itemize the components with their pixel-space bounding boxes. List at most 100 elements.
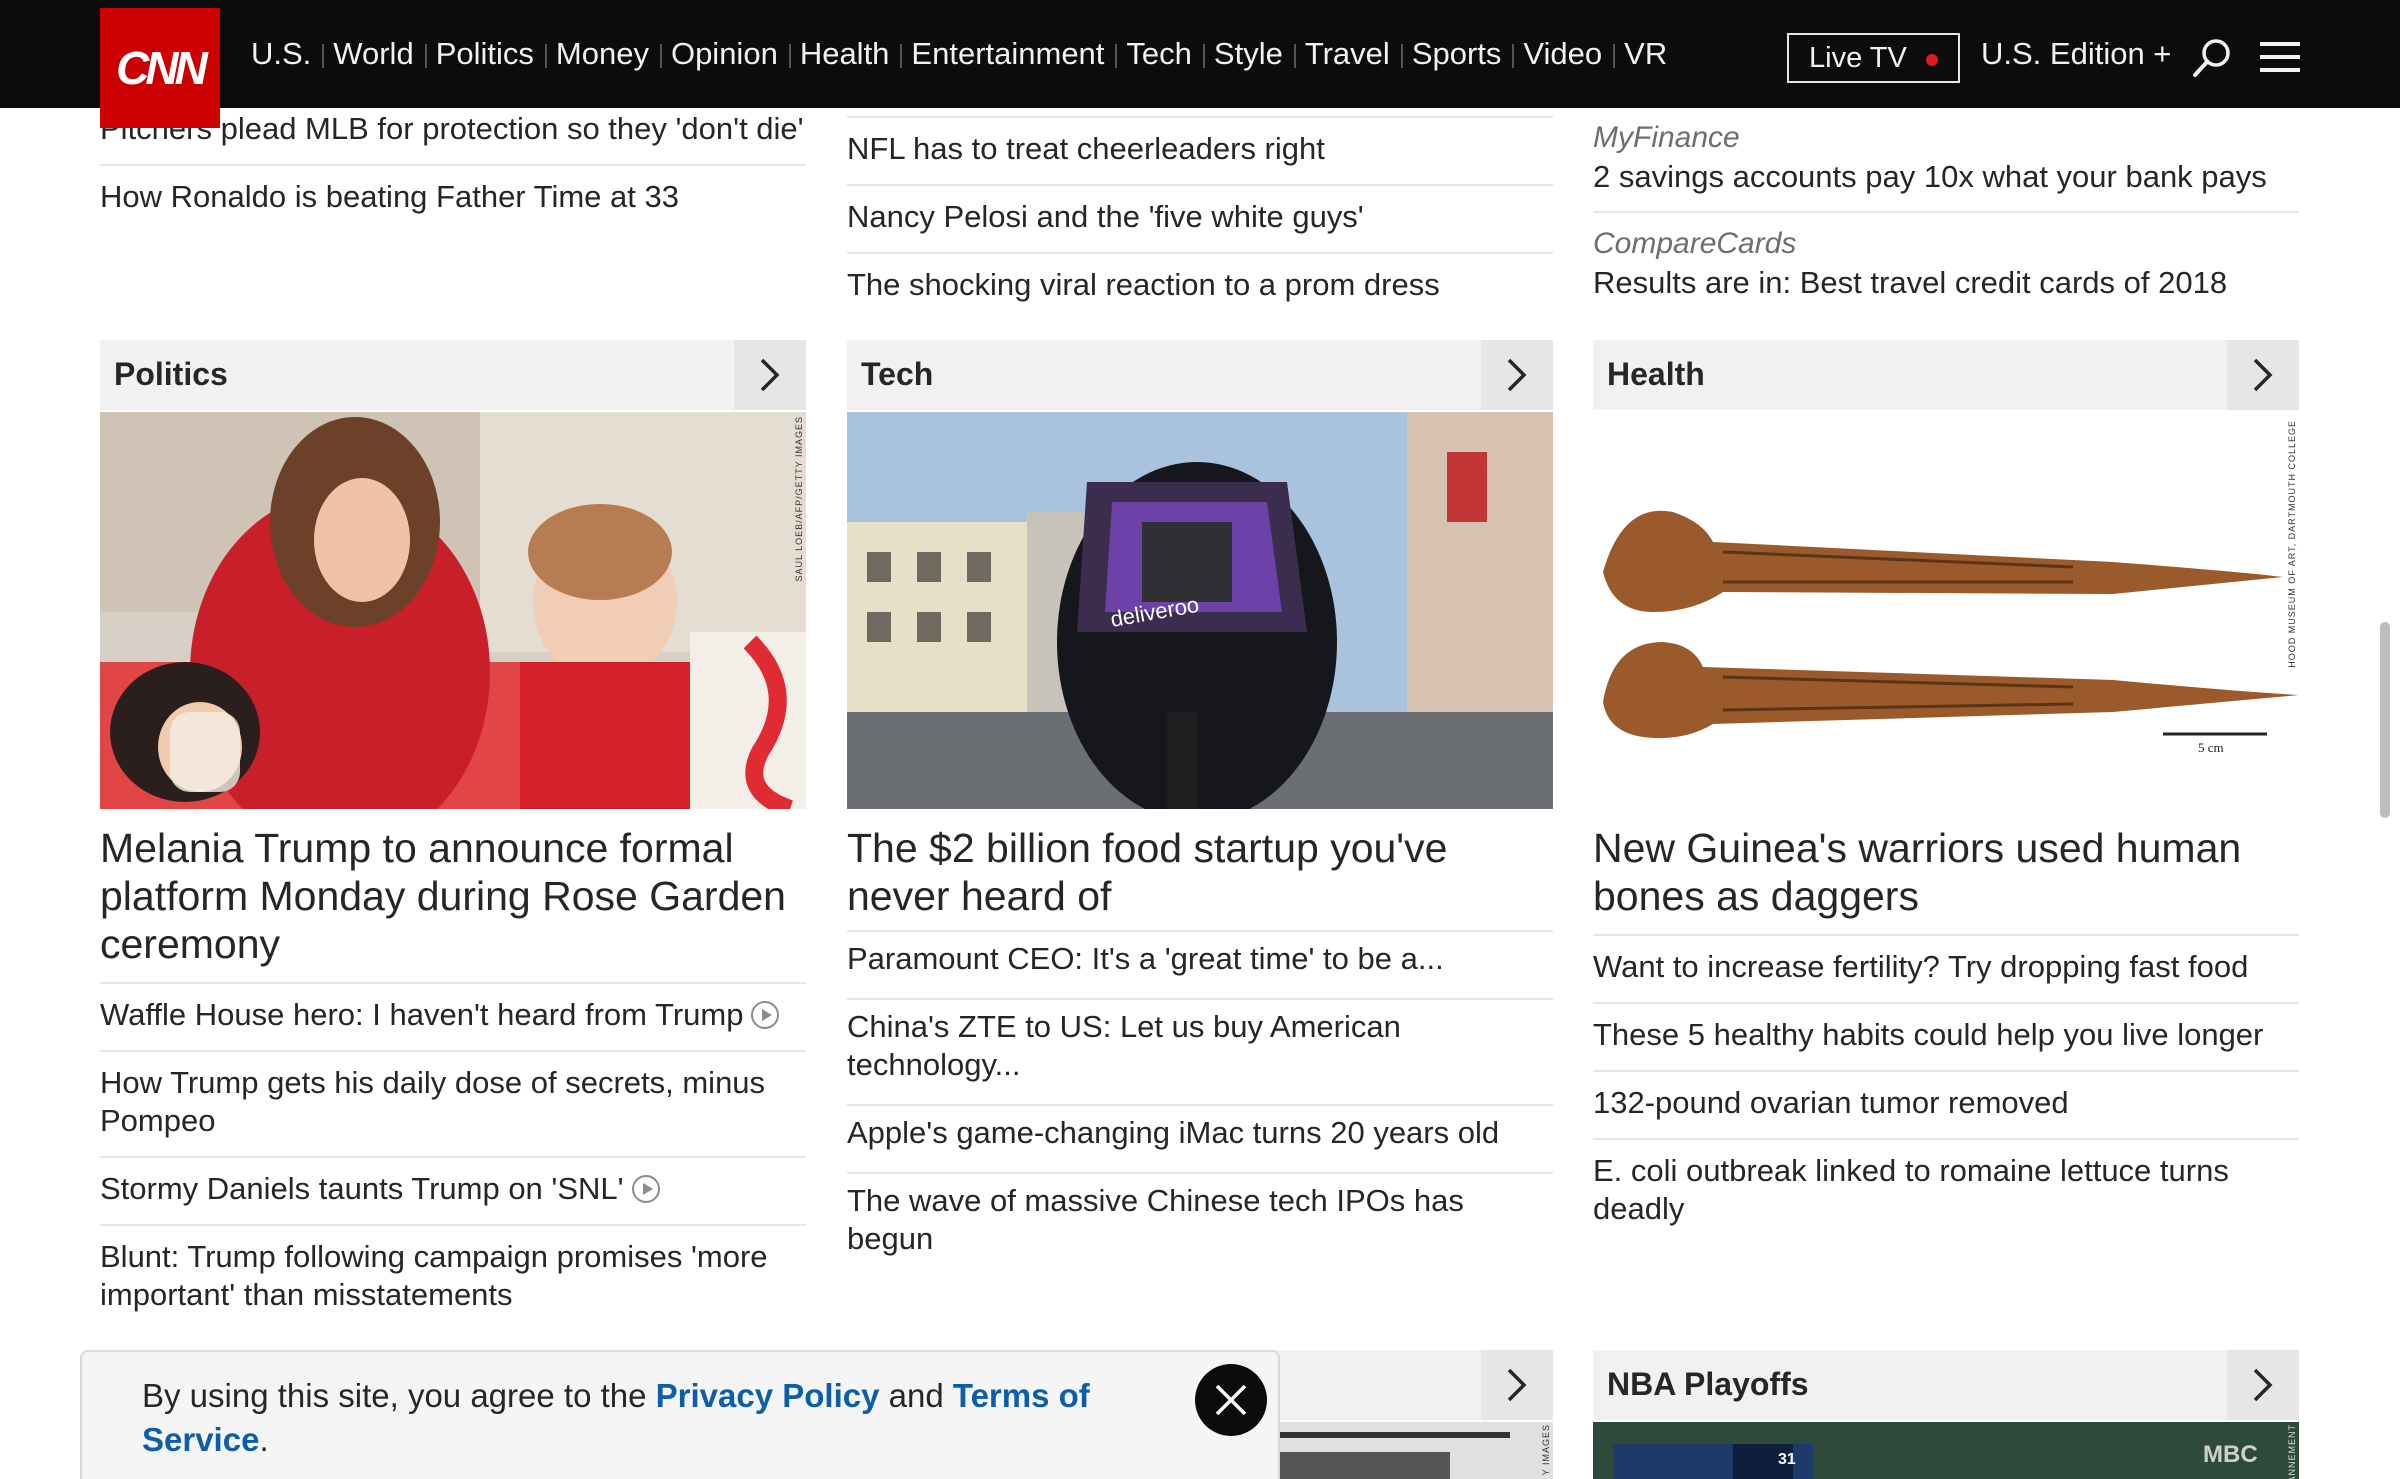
divider [1593, 1002, 2299, 1004]
cookie-banner: By using this site, you agree to the Pri… [80, 1350, 1280, 1479]
divider [847, 1104, 1553, 1106]
health-headline[interactable]: New Guinea's warriors used human bones a… [1593, 824, 2299, 920]
list-item[interactable]: Stormy Daniels taunts Trump on 'SNL' [100, 1170, 806, 1208]
divider [847, 930, 1553, 932]
divider [1593, 934, 2299, 936]
nav-link-tech[interactable]: Tech [1115, 36, 1202, 72]
list-item[interactable]: Blunt: Trump following campaign promises… [100, 1238, 806, 1314]
close-cookie-button[interactable] [1195, 1364, 1267, 1436]
nav-link-health[interactable]: Health [788, 36, 901, 72]
section-title: Tech [861, 356, 934, 392]
politics-headline[interactable]: Melania Trump to announce formal platfor… [100, 824, 806, 968]
nav-link-vr[interactable]: VR [1613, 36, 1678, 72]
sponsored-link[interactable]: Results are in: Best travel credit cards… [1593, 264, 2227, 302]
score: 31 [1778, 1451, 1796, 1468]
live-dot-icon [1926, 54, 1938, 66]
broadcaster-logo: MBC [2203, 1441, 2258, 1468]
logo-text: CNN [116, 42, 208, 94]
divider [100, 1224, 806, 1226]
photo-credit: ZANNEMENT [2287, 1424, 2297, 1479]
divider [847, 998, 1553, 1000]
divider [100, 982, 806, 984]
scale-label: 5 cm [2198, 740, 2224, 755]
divider [100, 1050, 806, 1052]
list-item[interactable]: How Trump gets his daily dose of secrets… [100, 1064, 806, 1140]
hamburger-menu-icon[interactable] [2260, 42, 2300, 72]
section-title: Health [1607, 356, 1705, 392]
section-header-tech[interactable]: Tech [847, 340, 1553, 410]
list-item[interactable]: The shocking viral reaction to a prom dr… [847, 266, 1440, 304]
nba-photo[interactable]: 31 MBC ZANNEMENT [1593, 1422, 2299, 1479]
close-icon [1215, 1384, 1247, 1416]
list-item[interactable]: Nancy Pelosi and the 'five white guys' [847, 198, 1364, 236]
list-item[interactable]: Want to increase fertility? Try dropping… [1593, 948, 2299, 986]
health-photo[interactable]: 5 cm HOOD MUSEUM OF ART, DARTMOUTH COLLE… [1593, 412, 2299, 809]
list-item[interactable]: China's ZTE to US: Let us buy American t… [847, 1008, 1407, 1084]
cnn-logo[interactable]: CNN [100, 8, 220, 128]
section-header-nba-playoffs[interactable]: NBA Playoffs [1593, 1350, 2299, 1420]
chevron-right-icon[interactable] [2227, 1350, 2299, 1420]
nav-link-video[interactable]: Video [1512, 36, 1613, 72]
divider [1593, 1138, 2299, 1140]
divider [847, 252, 1553, 254]
scrollbar-thumb[interactable] [2380, 622, 2390, 818]
nav-link-travel[interactable]: Travel [1293, 36, 1401, 72]
list-item[interactable]: How Ronaldo is beating Father Time at 33 [100, 178, 679, 216]
nav-link-world[interactable]: World [322, 36, 424, 72]
photo-credit: HOOD MUSEUM OF ART, DARTMOUTH COLLEGE [2287, 420, 2297, 668]
video-play-icon [631, 1175, 660, 1203]
politics-photo[interactable]: SAUL LOEB/AFP/GETTY IMAGES [100, 412, 806, 809]
list-item-text: Waffle House hero: I haven't heard from … [100, 997, 744, 1032]
page: U.S. World Politics Money Opinion Health Enter… [0, 0, 2400, 1479]
section-title: NBA Playoffs [1607, 1366, 1809, 1402]
list-item[interactable]: Apple's game-changing iMac turns 20 year… [847, 1114, 1553, 1152]
divider [847, 1172, 1553, 1174]
divider [847, 184, 1553, 186]
divider [100, 164, 806, 166]
list-item[interactable]: Paramount CEO: It's a 'great time' to be… [847, 940, 1553, 978]
nav-link-entertainment[interactable]: Entertainment [900, 36, 1115, 72]
photo-credit: Y IMAGES [1541, 1424, 1551, 1476]
list-item[interactable]: NFL has to treat cheerleaders right [847, 130, 1325, 168]
live-tv-label: Live TV [1809, 41, 1907, 74]
nav-link-politics[interactable]: Politics [424, 36, 545, 72]
nav-link-opinion[interactable]: Opinion [659, 36, 789, 72]
sponsor-label: CompareCards [1593, 227, 1797, 260]
divider [1593, 1070, 2299, 1072]
list-item[interactable]: These 5 healthy habits could help you li… [1593, 1016, 2299, 1054]
nav-link-sports[interactable]: Sports [1400, 36, 1513, 72]
chevron-right-icon[interactable] [2227, 340, 2299, 410]
nav-link-u-s[interactable]: U.S. [240, 36, 322, 72]
nav-link-money[interactable]: Money [544, 36, 660, 72]
chevron-right-icon[interactable] [1481, 340, 1553, 410]
photo-credit: SAUL LOEB/AFP/GETTY IMAGES [794, 416, 804, 582]
list-item[interactable]: The wave of massive Chinese tech IPOs ha… [847, 1182, 1553, 1258]
chevron-right-icon[interactable] [734, 340, 806, 410]
chevron-right-icon[interactable] [1481, 1350, 1553, 1420]
video-play-icon [751, 1001, 780, 1029]
section-header-politics[interactable]: Politics [100, 340, 806, 410]
list-item[interactable]: 132-pound ovarian tumor removed [1593, 1084, 2299, 1122]
privacy-policy-link[interactable]: Privacy Policy [656, 1377, 880, 1414]
top-nav: U.S. World Politics Money Opinion Health Enter… [0, 0, 2400, 108]
section-header-health[interactable]: Health [1593, 340, 2299, 410]
sponsor-label: MyFinance [1593, 121, 1740, 154]
edition-selector[interactable]: U.S. Edition + [1981, 36, 2171, 72]
live-tv-button[interactable]: Live TV [1787, 33, 1960, 83]
divider [847, 116, 1553, 118]
section-title: Politics [114, 356, 228, 392]
partial-photo[interactable]: Y IMAGES [1250, 1422, 1553, 1479]
cookie-text-prefix: By using this site, you agree to the [142, 1377, 656, 1414]
tech-photo[interactable]: deliveroo [847, 412, 1553, 809]
cookie-text: By using this site, you agree to the Pri… [142, 1374, 1122, 1462]
nav-links: U.S. World Politics Money Opinion Health Enter… [240, 0, 1678, 108]
tech-headline[interactable]: The $2 billion food startup you've never… [847, 824, 1553, 920]
cookie-text-suffix: . [259, 1421, 269, 1458]
list-item-text: Stormy Daniels taunts Trump on 'SNL' [100, 1171, 624, 1206]
list-item[interactable]: E. coli outbreak linked to romaine lettu… [1593, 1152, 2273, 1228]
search-icon[interactable] [2193, 38, 2231, 78]
cookie-text-middle: and [879, 1377, 953, 1414]
list-item[interactable]: Waffle House hero: I haven't heard from … [100, 996, 806, 1034]
sponsored-link[interactable]: 2 savings accounts pay 10x what your ban… [1593, 158, 2267, 196]
nav-link-style[interactable]: Style [1202, 36, 1294, 72]
